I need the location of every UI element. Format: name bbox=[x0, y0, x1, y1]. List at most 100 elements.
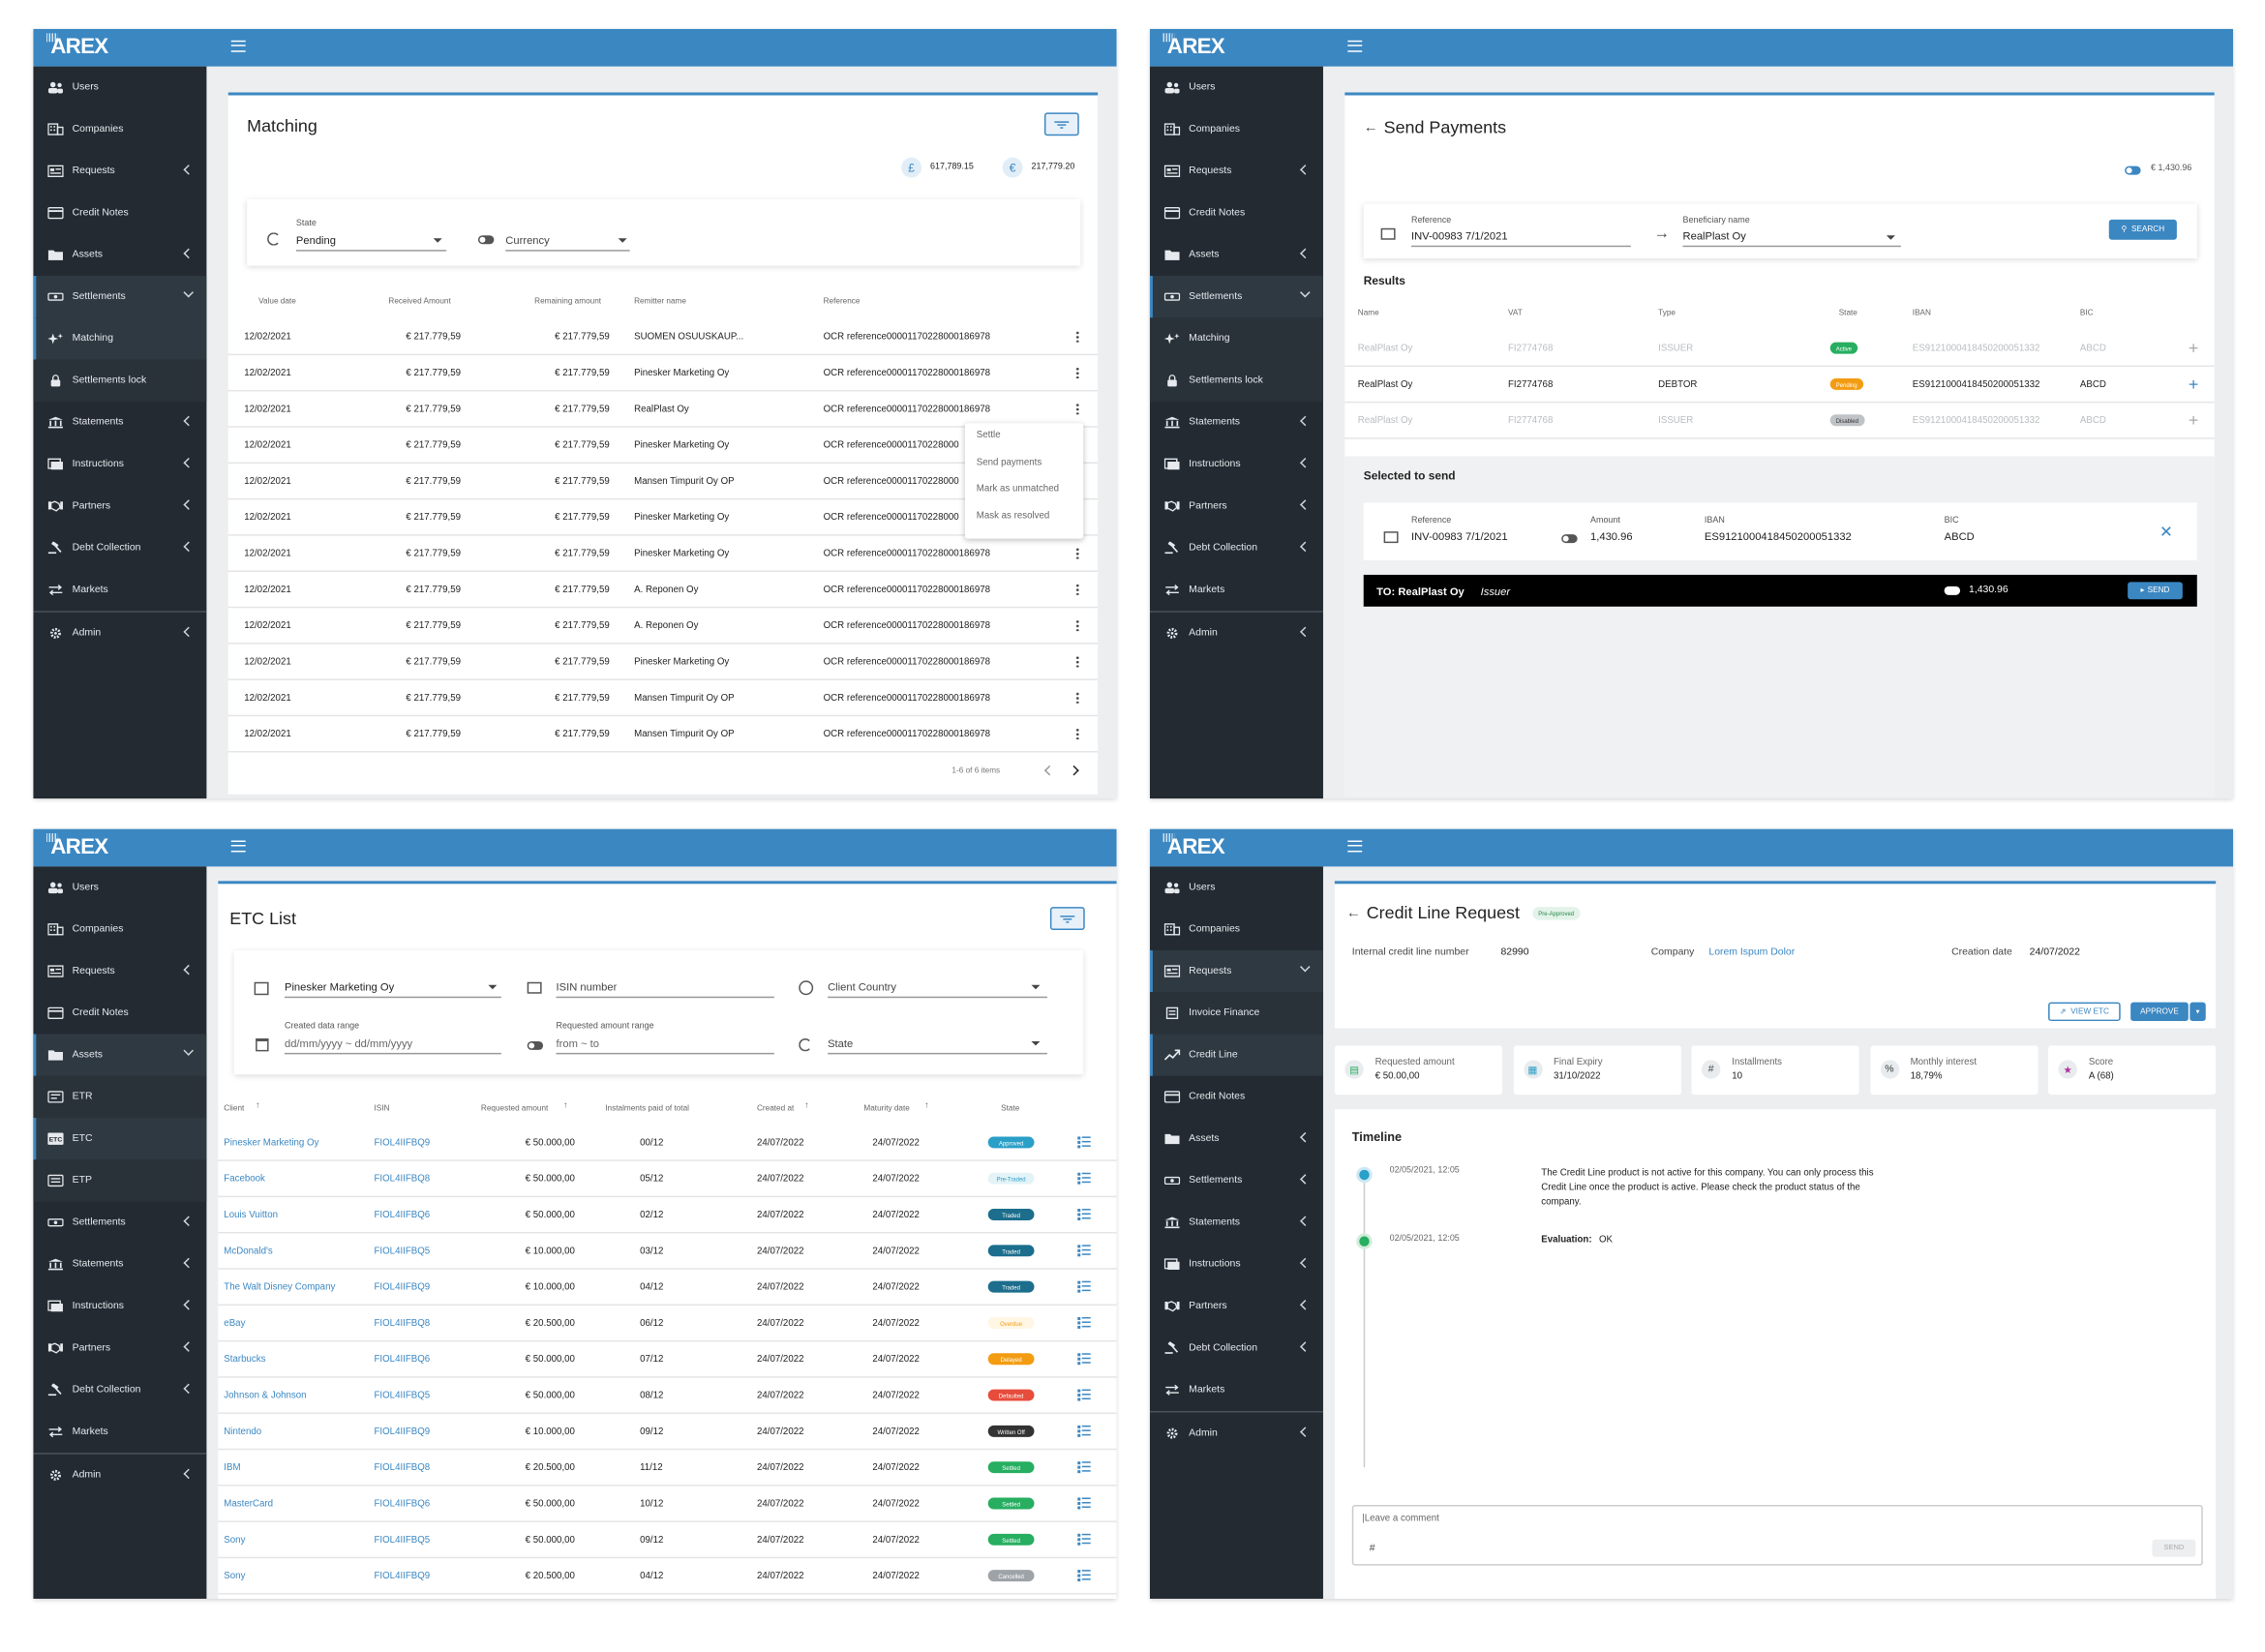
country-select[interactable]: Client Country bbox=[828, 980, 1047, 999]
search-button[interactable]: ⚲ SEARCH bbox=[2108, 219, 2177, 240]
col-created[interactable]: Created at bbox=[757, 1105, 794, 1114]
sidebar-item-matching[interactable]: Matching bbox=[1149, 317, 1323, 360]
sidebar-item-statements[interactable]: Statements bbox=[1150, 1202, 1323, 1244]
col-bic[interactable]: BIC bbox=[2080, 309, 2094, 317]
sidebar-item-users[interactable]: Users bbox=[33, 866, 206, 908]
list-detail-icon[interactable] bbox=[1077, 1425, 1091, 1437]
sidebar-item-credit-notes[interactable]: Credit Notes bbox=[1150, 1076, 1323, 1118]
comment-input[interactable]: |Leave a comment bbox=[1362, 1514, 1439, 1523]
sidebar-item-companies[interactable]: Companies bbox=[1150, 909, 1323, 950]
table-row[interactable]: 12/02/2021 € 217.779,59 € 217.779,59 Pinesk… bbox=[227, 355, 1099, 392]
sidebar-item-etp[interactable]: ETP bbox=[33, 1159, 207, 1202]
col-name[interactable]: Name bbox=[1358, 309, 1379, 317]
list-detail-icon[interactable] bbox=[1077, 1209, 1091, 1220]
send-button[interactable]: ▸ SEND bbox=[2128, 582, 2183, 600]
sidebar-item-assets[interactable]: Assets bbox=[1150, 234, 1323, 276]
sort-icon[interactable]: ↑ bbox=[563, 1102, 567, 1111]
table-row[interactable]: The Walt Disney Company FIOL4IIFBQ9 € 10.0… bbox=[218, 1270, 1117, 1307]
sidebar-item-markets[interactable]: Markets bbox=[33, 569, 206, 611]
list-detail-icon[interactable] bbox=[1077, 1316, 1091, 1329]
back-arrow-icon[interactable]: ← bbox=[1346, 906, 1361, 921]
sidebar-item-users[interactable]: Users bbox=[33, 67, 206, 108]
comment-box[interactable]: |Leave a comment # SEND bbox=[1351, 1504, 2203, 1566]
isin-link[interactable]: FIOL4IIFBQ9 bbox=[375, 1282, 431, 1292]
sidebar-item-statements[interactable]: Statements bbox=[1150, 402, 1323, 443]
sidebar-item-instructions[interactable]: Instructions bbox=[1150, 1244, 1323, 1285]
col-value-date[interactable]: Value date bbox=[258, 297, 296, 306]
add-icon[interactable]: + bbox=[2189, 375, 2198, 395]
more-vert-icon[interactable] bbox=[1075, 547, 1079, 559]
more-vert-icon[interactable] bbox=[1075, 655, 1079, 668]
col-maturity[interactable]: Maturity date bbox=[863, 1105, 909, 1114]
isin-link[interactable]: FIOL4IIFBQ9 bbox=[375, 1572, 431, 1581]
sidebar-item-matching[interactable]: Matching bbox=[33, 317, 207, 360]
sidebar-item-credit-line[interactable]: Credit Line bbox=[1149, 1034, 1323, 1076]
more-vert-icon[interactable] bbox=[1075, 691, 1079, 704]
sidebar-item-settlements[interactable]: Settlements bbox=[1149, 276, 1323, 318]
col-type[interactable]: Type bbox=[1658, 309, 1676, 317]
table-row[interactable]: Facebook FIOL4IIFBQ8 € 50.000,00 05/12 24/07… bbox=[218, 1161, 1117, 1198]
more-vert-icon[interactable] bbox=[1075, 330, 1079, 343]
table-row[interactable]: 12/02/2021 € 217.779,59 € 217.779,59 A. Rep… bbox=[227, 608, 1099, 645]
col-vat[interactable]: VAT bbox=[1508, 309, 1523, 317]
sidebar-item-partners[interactable]: Partners bbox=[33, 485, 206, 526]
list-detail-icon[interactable] bbox=[1077, 1461, 1091, 1474]
menu-icon[interactable] bbox=[230, 40, 246, 52]
table-row[interactable]: 12/02/2021 € 217.779,59 € 217.779,59 Mansen… bbox=[227, 716, 1099, 753]
client-link[interactable]: MasterCard bbox=[224, 1499, 273, 1509]
sidebar-item-companies[interactable]: Companies bbox=[33, 108, 206, 150]
col-received[interactable]: Received Amount bbox=[388, 297, 450, 306]
table-row[interactable]: 12/02/2021 € 217.779,59 € 217.779,59 RealPl… bbox=[227, 391, 1099, 428]
col-client[interactable]: Client bbox=[224, 1105, 244, 1114]
sidebar-item-instructions[interactable]: Instructions bbox=[33, 1285, 206, 1327]
sidebar-item-requests[interactable]: Requests bbox=[33, 150, 206, 192]
client-link[interactable]: The Walt Disney Company bbox=[224, 1282, 335, 1292]
state-select[interactable]: Pending bbox=[295, 234, 447, 252]
table-row[interactable]: IBM FIOL4IIFBQ8 € 20.500,00 11/12 24/07/2022… bbox=[218, 1450, 1117, 1487]
sidebar-item-companies[interactable]: Companies bbox=[1150, 108, 1323, 150]
sidebar-item-settlements-lock[interactable]: Settlements lock bbox=[1149, 359, 1323, 402]
sidebar-item-companies[interactable]: Companies bbox=[33, 909, 206, 950]
sidebar-item-etc[interactable]: ETC ETC bbox=[33, 1118, 207, 1160]
sidebar-item-debt-collection[interactable]: Debt Collection bbox=[1150, 1327, 1323, 1368]
more-vert-icon[interactable] bbox=[1075, 403, 1079, 415]
menu-icon[interactable] bbox=[230, 840, 246, 853]
sidebar-item-requests[interactable]: Requests bbox=[1150, 150, 1323, 192]
isin-link[interactable]: FIOL4IIFBQ5 bbox=[375, 1247, 431, 1256]
view-etc-button[interactable]: ⇗ VIEW ETC bbox=[2048, 1002, 2121, 1022]
sidebar-item-partners[interactable]: Partners bbox=[1150, 485, 1323, 526]
sidebar-item-credit-notes[interactable]: Credit Notes bbox=[33, 992, 206, 1034]
sidebar-item-statements[interactable]: Statements bbox=[33, 1244, 206, 1285]
isin-link[interactable]: FIOL4IIFBQ8 bbox=[375, 1463, 431, 1473]
table-row[interactable]: eBay FIOL4IIFBQ8 € 20.500,00 06/12 24/07/202… bbox=[218, 1306, 1117, 1342]
isin-link[interactable]: FIOL4IIFBQ9 bbox=[375, 1427, 431, 1436]
table-row[interactable]: 12/02/2021 € 217.779,59 € 217.779,59 A. Rep… bbox=[227, 572, 1099, 609]
table-row[interactable]: 12/02/2021 € 217.779,59 € 217.779,59 SUOMEN… bbox=[227, 319, 1099, 356]
sidebar-item-etr[interactable]: ETR bbox=[33, 1075, 207, 1119]
table-row[interactable]: 12/02/2021 € 217.779,59 € 217.779,59 Mansen… bbox=[227, 680, 1099, 717]
sidebar-item-admin[interactable]: Admin bbox=[33, 1455, 206, 1496]
col-instalments[interactable]: Instalments paid of total bbox=[605, 1105, 689, 1114]
sidebar-item-users[interactable]: Users bbox=[1150, 67, 1323, 108]
sidebar-item-admin[interactable]: Admin bbox=[33, 613, 206, 654]
table-row[interactable]: 12/02/2021 € 217.779,59 € 217.779,59 Pinesk… bbox=[227, 645, 1099, 680]
beneficiary-select[interactable]: RealPlast Oy bbox=[1682, 229, 1901, 248]
sidebar-item-credit-notes[interactable]: Credit Notes bbox=[33, 192, 206, 233]
sidebar-item-partners[interactable]: Partners bbox=[1150, 1285, 1323, 1327]
isin-link[interactable]: FIOL4IIFBQ5 bbox=[375, 1391, 431, 1400]
sidebar-item-invoice-finance[interactable]: Invoice Finance bbox=[1149, 992, 1323, 1035]
table-row[interactable]: RealPlast Oy FI2774768 DEBTOR Pending ES9121… bbox=[1344, 367, 2215, 404]
col-iban[interactable]: IBAN bbox=[1913, 309, 1931, 317]
sort-icon[interactable]: ↑ bbox=[924, 1102, 928, 1111]
client-link[interactable]: McDonald's bbox=[224, 1247, 272, 1256]
sidebar-item-assets[interactable]: Assets bbox=[33, 234, 206, 276]
table-row[interactable]: Starbucks FIOL4IIFBQ6 € 50.000,00 07/12 24/0… bbox=[218, 1341, 1117, 1378]
menu-item-settle[interactable]: Settle bbox=[965, 423, 1083, 450]
table-row[interactable]: Nintendo FIOL4IIFBQ9 € 10.000,00 09/12 24/07… bbox=[218, 1414, 1117, 1451]
company-select[interactable]: Pinesker Marketing Oy bbox=[284, 980, 501, 999]
approve-menu-button[interactable]: ▾ bbox=[2190, 1002, 2206, 1022]
sidebar-item-requests[interactable]: Requests bbox=[33, 950, 206, 992]
table-row[interactable]: Sony FIOL4IIFBQ5 € 50.000,00 09/12 24/07/202… bbox=[218, 1522, 1117, 1559]
isin-link[interactable]: FIOL4IIFBQ6 bbox=[375, 1499, 431, 1509]
sidebar-item-settlements-lock[interactable]: Settlements lock bbox=[33, 359, 207, 402]
